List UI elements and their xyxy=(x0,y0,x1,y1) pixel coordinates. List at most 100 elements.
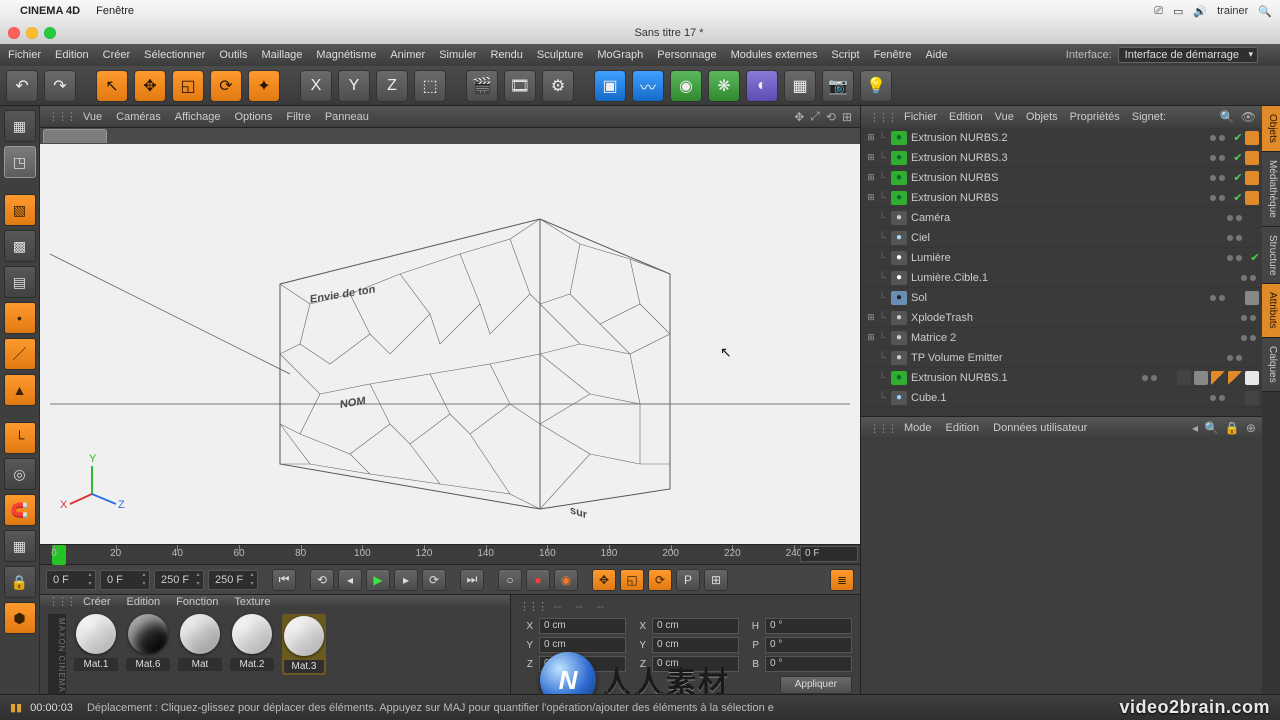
misc-tool[interactable]: ⬢ xyxy=(4,602,36,634)
attrib-menu-mode[interactable]: Mode xyxy=(904,422,932,434)
vp-menu-affichage[interactable]: Affichage xyxy=(175,111,221,123)
object-row[interactable]: └●Extrusion NURBS.1 xyxy=(861,368,1280,388)
visibility-dots[interactable] xyxy=(1210,135,1225,141)
play-button[interactable]: ▶ xyxy=(366,569,390,591)
expand-icon[interactable]: ⊞ xyxy=(865,192,877,203)
axis-y-toggle[interactable]: Y xyxy=(338,70,370,102)
visibility-dots[interactable] xyxy=(1241,335,1256,341)
object-name[interactable]: TP Volume Emitter xyxy=(911,352,1221,364)
material-item[interactable]: Mat.2 xyxy=(230,614,274,671)
vp-orbit-icon[interactable]: ⟲ xyxy=(826,110,836,124)
menu-fichier[interactable]: Fichier xyxy=(8,49,41,61)
autokey-button[interactable]: ◉ xyxy=(554,569,578,591)
pos-x-field[interactable]: 0 cm xyxy=(539,618,626,634)
add-environment-button[interactable]: ▦ xyxy=(784,70,816,102)
object-mode-button[interactable]: ▧ xyxy=(4,194,36,226)
add-spline-button[interactable]: 〰 xyxy=(632,70,664,102)
key-scale-button[interactable]: ◱ xyxy=(620,569,644,591)
om-menu-fichier[interactable]: Fichier xyxy=(904,111,937,123)
record-button[interactable]: ● xyxy=(526,569,550,591)
visibility-dots[interactable] xyxy=(1210,175,1225,181)
tag-icon[interactable] xyxy=(1245,131,1259,145)
object-name[interactable]: Extrusion NURBS.3 xyxy=(911,152,1204,164)
attrib-search-icon[interactable]: 🔍 xyxy=(1204,421,1219,435)
redo-button[interactable]: ↷ xyxy=(44,70,76,102)
vp-menu-cameras[interactable]: Caméras xyxy=(116,111,161,123)
frame-end-field[interactable]: 250 F▴▾ xyxy=(208,570,258,590)
coords-tab-3[interactable]: -- xyxy=(597,601,604,613)
goto-start-button[interactable]: ⏮ xyxy=(272,569,296,591)
viewport-solo-button[interactable]: ◎ xyxy=(4,458,36,490)
key-pla-button[interactable]: ⊞ xyxy=(704,569,728,591)
add-generator-button[interactable]: ◉ xyxy=(670,70,702,102)
spotlight-icon[interactable]: 🔍 xyxy=(1258,5,1272,18)
tab-mediatheque[interactable]: Médiathèque xyxy=(1262,152,1280,227)
object-row[interactable]: ⊞└●Extrusion NURBS✔ xyxy=(861,168,1280,188)
mat-menu-texture[interactable]: Texture xyxy=(234,596,270,608)
status-display-icon[interactable]: ⎚ xyxy=(1154,5,1163,18)
visibility-dots[interactable] xyxy=(1210,155,1225,161)
viewport-tab-1[interactable] xyxy=(43,129,107,143)
render-settings-button[interactable]: ⚙ xyxy=(542,70,574,102)
object-manager-tree[interactable]: ⊞└●Extrusion NURBS.2✔ ⊞ └●Extrusion NURBS.… xyxy=(861,128,1280,416)
visibility-dots[interactable] xyxy=(1241,275,1256,281)
tag-icon[interactable] xyxy=(1194,371,1208,385)
zoom-window-button[interactable] xyxy=(44,27,56,39)
timeline-ruler[interactable]: 020406080100120140160180200220240 0 F xyxy=(40,544,860,564)
render-view-button[interactable]: 🎬 xyxy=(466,70,498,102)
expand-icon[interactable]: ⊞ xyxy=(865,172,877,183)
rot-b-field[interactable]: 0 ° xyxy=(765,656,852,672)
lock-button[interactable]: 🔒 xyxy=(4,566,36,598)
attrib-lock-icon[interactable]: 🔒 xyxy=(1225,421,1240,435)
add-camera-button[interactable]: 📷 xyxy=(822,70,854,102)
axis-x-toggle[interactable]: X xyxy=(300,70,332,102)
rot-p-field[interactable]: 0 ° xyxy=(765,637,852,653)
object-name[interactable]: Ciel xyxy=(911,232,1221,244)
timeline-mode-button[interactable]: ≣ xyxy=(830,569,854,591)
menu-magnetisme[interactable]: Magnétisme xyxy=(316,49,376,61)
menu-sculpture[interactable]: Sculpture xyxy=(537,49,583,61)
size-z-field[interactable]: 0 cm xyxy=(652,656,739,672)
tab-structure[interactable]: Structure xyxy=(1262,227,1280,285)
material-item[interactable]: Mat xyxy=(178,614,222,671)
tag-icon[interactable] xyxy=(1245,391,1259,405)
key-pos-button[interactable]: ✥ xyxy=(592,569,616,591)
tag-icon[interactable] xyxy=(1228,371,1242,385)
attrib-menu-edition[interactable]: Edition xyxy=(946,422,980,434)
status-volume-icon[interactable]: 🔊 xyxy=(1193,5,1207,18)
menu-selectionner[interactable]: Sélectionner xyxy=(144,49,205,61)
object-row[interactable]: ⊞└●Extrusion NURBS.2✔ xyxy=(861,128,1280,148)
apply-button[interactable]: Appliquer xyxy=(780,676,852,694)
object-name[interactable]: Matrice 2 xyxy=(911,332,1235,344)
object-row[interactable]: ⊞└●Extrusion NURBS✔ xyxy=(861,188,1280,208)
vp-zoom-icon[interactable]: ⤢ xyxy=(810,109,820,124)
pos-y-field[interactable]: 0 cm xyxy=(539,637,626,653)
object-name[interactable]: Sol xyxy=(911,292,1204,304)
visibility-dots[interactable] xyxy=(1241,315,1256,321)
tag-icon[interactable] xyxy=(1245,291,1259,305)
workplane-mode-button[interactable]: ▤ xyxy=(4,266,36,298)
key-param-button[interactable]: P xyxy=(676,569,700,591)
axis-z-toggle[interactable]: Z xyxy=(376,70,408,102)
object-row[interactable]: ⊞└●Matrice 2 xyxy=(861,328,1280,348)
frame-range-end-field[interactable]: 250 F▴▾ xyxy=(154,570,204,590)
tag-icon[interactable] xyxy=(1177,371,1191,385)
next-key-button[interactable]: ⟳ xyxy=(422,569,446,591)
mat-menu-fonction[interactable]: Fonction xyxy=(176,596,218,608)
prev-frame-button[interactable]: ◂ xyxy=(338,569,362,591)
object-row[interactable]: └●Lumière✔ xyxy=(861,248,1280,268)
mac-app-name[interactable]: CINEMA 4D xyxy=(20,5,80,17)
coord-system-toggle[interactable]: ⬚ xyxy=(414,70,446,102)
vp-menu-vue[interactable]: Vue xyxy=(83,111,102,123)
menu-maillage[interactable]: Maillage xyxy=(261,49,302,61)
minimize-window-button[interactable] xyxy=(26,27,38,39)
add-deformer-button[interactable]: ◐ xyxy=(746,70,778,102)
vp-menu-panneau[interactable]: Panneau xyxy=(325,111,369,123)
object-name[interactable]: Extrusion NURBS.2 xyxy=(911,132,1204,144)
visibility-dots[interactable] xyxy=(1227,235,1242,241)
frame-range-start-field[interactable]: 0 F▴▾ xyxy=(100,570,150,590)
panel-grip-icon[interactable]: ⋮⋮⋮ xyxy=(869,422,896,435)
frame-start-field[interactable]: 0 F▴▾ xyxy=(46,570,96,590)
menu-creer[interactable]: Créer xyxy=(103,49,131,61)
undo-button[interactable]: ↶ xyxy=(6,70,38,102)
